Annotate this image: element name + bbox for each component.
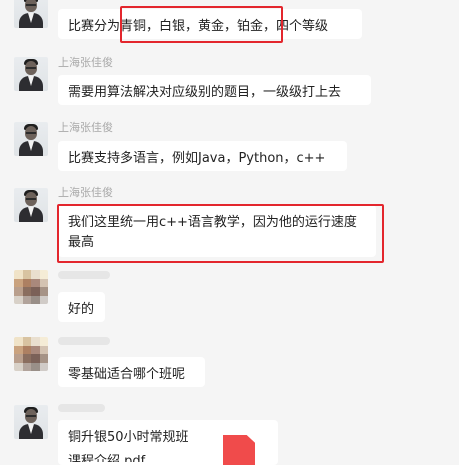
pixel-avatar[interactable] (14, 270, 48, 304)
message-bubble[interactable]: 零基础适合哪个班呢 (58, 357, 205, 387)
message-bubble[interactable]: 比赛分为青铜，白银，黄金，铂金，四个等级 (58, 9, 362, 39)
message-text: 比赛支持多语言，例如Java，Python，c++ (68, 151, 326, 166)
sender-name: 上海张佳俊 (58, 56, 113, 69)
message-text: 需要用算法解决对应级别的题目，一级级打上去 (68, 85, 342, 100)
message-text: 好的 (68, 302, 95, 317)
avatar-glasses (26, 198, 36, 200)
message-text: 我们这里统一用c++语言教学，因为他的运行速度最高 (68, 215, 357, 250)
file-title: 铜升银50小时常规班 (68, 430, 189, 445)
avatar-head (25, 0, 37, 12)
message-bubble[interactable]: 需要用算法解决对应级别的题目，一级级打上去 (58, 75, 371, 105)
sender-name: 上海张佳俊 (58, 186, 113, 199)
message-text: 零基础适合哪个班呢 (68, 367, 186, 382)
blurred-name (58, 271, 110, 279)
avatar-glasses (26, 415, 36, 417)
avatar[interactable] (14, 0, 48, 28)
blurred-name (58, 404, 105, 412)
message-text: 比赛分为青铜，白银，黄金，铂金，四个等级 (68, 19, 329, 34)
message-bubble[interactable]: 我们这里统一用c++语言教学，因为他的运行速度最高 (58, 205, 376, 257)
avatar[interactable] (14, 188, 48, 222)
avatar[interactable] (14, 57, 48, 91)
avatar-glasses (26, 4, 36, 6)
message-bubble[interactable]: 比赛支持多语言，例如Java，Python，c++ (58, 141, 347, 171)
pixel-avatar[interactable] (14, 337, 48, 371)
avatar[interactable] (14, 122, 48, 156)
avatar-glasses (26, 132, 36, 134)
sender-name: 上海张佳俊 (58, 121, 113, 134)
blurred-name (58, 337, 110, 345)
message-bubble[interactable]: 好的 (58, 292, 105, 322)
avatar-glasses (26, 67, 36, 69)
avatar[interactable] (14, 405, 48, 439)
